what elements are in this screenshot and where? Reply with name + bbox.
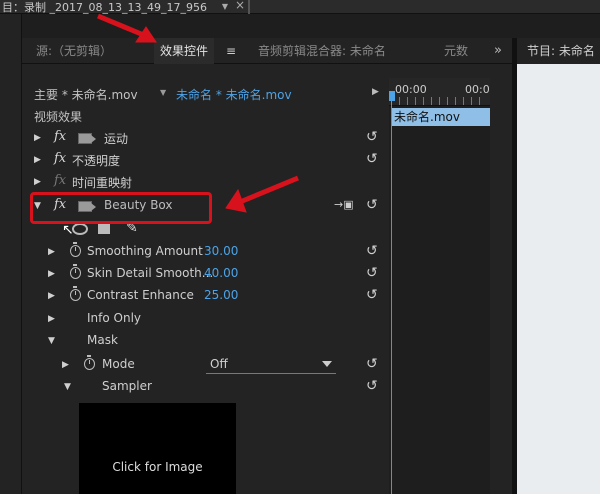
fx-icon[interactable]: fx (54, 151, 66, 166)
stopwatch-icon[interactable] (70, 242, 81, 257)
param-row-sampler[interactable]: ▼ Sampler ↺ (22, 377, 388, 399)
mask-track-icon[interactable]: →▣ (334, 198, 354, 211)
expand-icon[interactable]: ▶ (34, 155, 41, 165)
ellipse-mask-icon[interactable] (72, 223, 88, 235)
effect-label-opacity: 不透明度 (72, 154, 121, 168)
param-row-smoothing-amount[interactable]: ▶ Smoothing Amount 30.00 ↺ (22, 242, 388, 264)
reset-icon[interactable]: ↺ (366, 129, 378, 145)
ruler-ticks (391, 97, 487, 105)
expand-icon[interactable]: ▶ (34, 177, 41, 187)
title-dropdown-icon[interactable]: ▼ (219, 0, 231, 13)
expand-icon[interactable]: ▶ (48, 269, 55, 279)
panel-tabbar: 源:（无剪辑） 效果控件 ≡ 音频剪辑混合器: 未命名 元数 (22, 38, 512, 64)
panel-menu-icon[interactable]: ≡ (226, 38, 236, 64)
param-label-info-only: Info Only (87, 311, 142, 325)
reset-icon[interactable]: ↺ (366, 197, 378, 213)
tab-metadata[interactable]: 元数 (444, 38, 468, 64)
tab-source[interactable]: 源:（无剪辑） (36, 38, 112, 64)
param-label-sampler: Sampler (102, 379, 152, 393)
left-dock-strip (0, 14, 22, 494)
effect-label-motion: 运动 (104, 132, 129, 146)
sequence-clip-link[interactable]: 未命名 * 未命名.mov (176, 86, 292, 103)
param-label-mode: Mode (102, 357, 135, 371)
playhead-line (391, 100, 392, 494)
close-icon[interactable]: × (235, 0, 245, 12)
expand-icon[interactable]: ▶ (48, 247, 55, 257)
param-label-mask: Mask (87, 333, 118, 347)
mode-select-value: Off (210, 357, 228, 371)
param-row-skin-detail[interactable]: ▶ Skin Detail Smooth... 40.00 ↺ (22, 264, 388, 286)
window-titlebar: 目：录制 _2017_08_13_13_49_17_956 ▼ × (0, 0, 600, 14)
expand-icon[interactable]: ▶ (48, 314, 55, 324)
collapse-icon[interactable]: ▼ (48, 336, 55, 346)
play-clip-icon[interactable]: ▶ (372, 87, 379, 97)
rectangle-mask-icon[interactable] (98, 223, 110, 234)
effect-label-time-remapping: 时间重映射 (72, 176, 133, 190)
fx-icon[interactable]: fx (54, 129, 66, 144)
reset-icon[interactable]: ↺ (366, 243, 378, 259)
reset-icon[interactable]: ↺ (366, 287, 378, 303)
clip-caret-icon[interactable]: ▼ (160, 88, 166, 97)
collapse-icon[interactable]: ▼ (64, 382, 71, 392)
tab-overflow-icon[interactable]: » (494, 38, 502, 64)
chevron-down-icon (322, 361, 332, 367)
click-for-image-label: Click for Image (112, 460, 203, 474)
param-label-contrast: Contrast Enhance (87, 288, 194, 302)
param-label-smoothing: Smoothing Amount (87, 244, 203, 258)
fx-icon: fx (54, 173, 67, 188)
timeline-ruler[interactable]: 00:00 00:0 (389, 78, 490, 106)
param-value-skin-detail[interactable]: 40.00 (204, 266, 238, 280)
program-monitor-view (517, 64, 600, 494)
param-value-contrast[interactable]: 25.00 (204, 288, 238, 302)
reset-icon[interactable]: ↺ (366, 378, 378, 394)
expand-icon[interactable]: ▶ (48, 291, 55, 301)
mode-select[interactable]: Off (206, 356, 336, 374)
param-row-contrast-enhance[interactable]: ▶ Contrast Enhance 25.00 ↺ (22, 286, 388, 308)
effect-row-time-remapping[interactable]: ▶ fx 时间重映射 (22, 172, 388, 194)
reset-icon[interactable]: ↺ (366, 151, 378, 167)
arrow-to-effect-controls-tab (97, 13, 147, 39)
highlight-box (30, 192, 212, 224)
param-value-smoothing[interactable]: 30.00 (204, 244, 238, 258)
window-title: 目：录制 _2017_08_13_13_49_17_956 (2, 1, 207, 14)
param-row-info-only[interactable]: ▶ Info Only (22, 309, 388, 331)
timecode-end: 00:0 (465, 83, 490, 96)
reset-icon[interactable]: ↺ (366, 356, 378, 372)
tab-effect-controls[interactable]: 效果控件 (154, 38, 215, 64)
expand-icon[interactable]: ▶ (34, 133, 41, 143)
tab-audio-clip-mixer[interactable]: 音频剪辑混合器: 未命名 (258, 38, 386, 64)
timeline-clip[interactable]: 未命名.mov (392, 108, 490, 126)
effect-row-opacity[interactable]: ▶ fx 不透明度 ↺ (22, 150, 388, 172)
reset-icon[interactable]: ↺ (366, 265, 378, 281)
clip-selector-bar: 主要 * 未命名.mov ▼ 未命名 * 未命名.mov ▶ (28, 85, 384, 105)
effect-timeline[interactable] (389, 78, 490, 494)
param-row-mask[interactable]: ▼ Mask (22, 331, 388, 353)
video-effects-heading: 视频效果 (34, 110, 83, 124)
stopwatch-icon[interactable] (70, 286, 81, 301)
tab-program-monitor[interactable]: 节目: 未命名 (517, 38, 600, 64)
film-icon (78, 133, 96, 144)
timecode-start: 00:00 (395, 83, 427, 96)
effect-row-motion[interactable]: ▶ fx 运动 ↺ (22, 128, 388, 150)
param-label-skin-detail: Skin Detail Smooth... (87, 266, 214, 280)
title-separator (248, 0, 250, 14)
stopwatch-icon[interactable] (84, 355, 95, 370)
expand-icon[interactable]: ▶ (62, 360, 69, 370)
sampler-image-well[interactable]: Click for Image (79, 403, 236, 494)
playhead-handle[interactable] (389, 91, 395, 101)
master-clip-label[interactable]: 主要 * 未命名.mov (34, 86, 138, 103)
stopwatch-icon[interactable] (70, 264, 81, 279)
